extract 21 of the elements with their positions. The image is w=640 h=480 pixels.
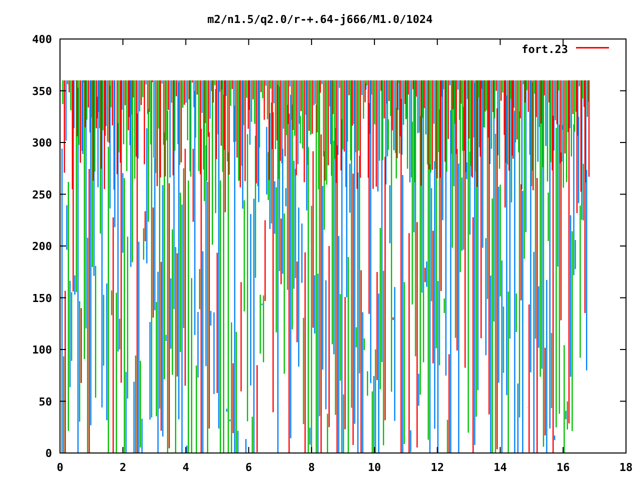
legend-label: fort.23 bbox=[522, 43, 568, 56]
x-tick-label: 8 bbox=[308, 461, 315, 474]
y-tick-label: 400 bbox=[32, 33, 52, 46]
x-tick-label: 12 bbox=[430, 461, 444, 474]
x-tick-label: 0 bbox=[56, 461, 64, 474]
x-tick-label: 14 bbox=[494, 461, 507, 474]
x-tick-label: 4 bbox=[182, 461, 190, 474]
chart-title: m2/n1.5/q2.0/r-+.64-j666/M1.0/1024 bbox=[207, 13, 433, 26]
x-tick-label: 18 bbox=[619, 461, 633, 474]
y-tick-label: 200 bbox=[32, 240, 52, 253]
y-tick-label: 350 bbox=[32, 84, 52, 98]
y-tick-label: 300 bbox=[32, 136, 52, 150]
x-tick-label: 16 bbox=[556, 461, 570, 474]
y-tick-label: 50 bbox=[38, 395, 52, 408]
y-tick-label: 100 bbox=[32, 344, 52, 356]
x-tick-label: 6 bbox=[245, 461, 252, 474]
x-tick-label: 10 bbox=[368, 461, 382, 474]
y-tick-label: 0 bbox=[45, 447, 52, 460]
y-tick-label: 250 bbox=[32, 188, 52, 202]
x-tick-label: 2 bbox=[120, 461, 126, 474]
y-tick-label: 150 bbox=[32, 292, 52, 305]
